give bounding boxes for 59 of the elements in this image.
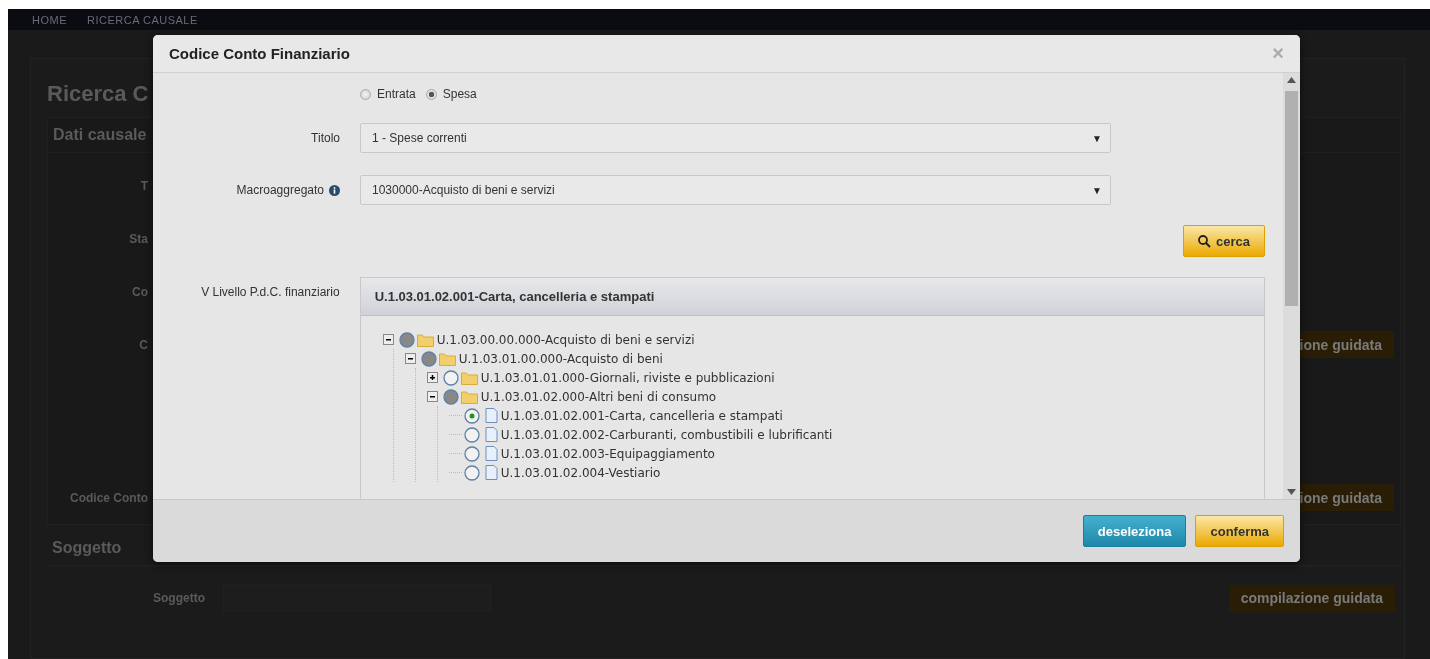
folder-icon xyxy=(460,370,478,385)
tree-selection-header: U.1.03.01.02.001-Carta, cancelleria e stampati xyxy=(360,278,1264,316)
radio-icon[interactable] xyxy=(360,88,371,100)
folder-icon xyxy=(416,332,434,347)
radio-option[interactable]: Entrata xyxy=(360,87,416,101)
tree-radio[interactable] xyxy=(442,369,459,386)
breadcrumb-link[interactable]: HOME xyxy=(32,13,67,26)
field-label: T xyxy=(139,178,148,193)
field-label: Sta xyxy=(128,231,148,246)
search-icon xyxy=(1198,234,1211,248)
folder-icon xyxy=(438,351,456,366)
expand-icon[interactable] xyxy=(426,372,438,383)
field-label: Macroaggregato xyxy=(236,183,324,197)
tree-radio[interactable] xyxy=(398,331,415,348)
page-title: Ricerca C xyxy=(47,81,149,107)
confirm-button[interactable]: conferma xyxy=(1195,515,1284,547)
field-label: Co xyxy=(131,284,148,299)
radio-icon[interactable] xyxy=(425,88,437,100)
guided-fill-button[interactable]: compilazione guidata xyxy=(1228,584,1395,612)
tree-item[interactable]: U.1.03.01.02.002-Carburanti, combustibili e lubrificanti xyxy=(500,427,833,442)
scroll-up-icon[interactable] xyxy=(1287,77,1296,83)
select-field[interactable]: 1 - Spese correnti ▼ xyxy=(360,123,1111,153)
tree-item[interactable]: U.1.03.00.00.000-Acquisto di beni e servizi xyxy=(436,332,695,347)
collapse-icon[interactable] xyxy=(382,334,394,345)
tree-radio[interactable] xyxy=(420,350,437,367)
document-icon xyxy=(484,465,498,480)
tree-item[interactable]: U.1.03.01.02.001-Carta, cancelleria e stampati xyxy=(500,408,783,423)
tree-radio[interactable] xyxy=(442,388,459,405)
info-icon[interactable] xyxy=(329,184,340,196)
document-icon xyxy=(484,427,498,442)
tree-item[interactable]: U.1.03.01.02.004-Vestiario xyxy=(500,465,661,480)
collapse-icon[interactable] xyxy=(426,391,438,402)
section-title: Dati causale xyxy=(53,126,147,143)
tree-radio[interactable] xyxy=(463,426,480,443)
field-label: Codice Conto xyxy=(69,490,148,505)
field-label: Titolo xyxy=(311,131,340,145)
search-button[interactable]: cerca xyxy=(1183,225,1265,257)
field-label: C xyxy=(138,337,148,352)
tree-radio[interactable] xyxy=(463,445,480,462)
select-field[interactable]: 1030000-Acquisto di beni e servizi ▼ xyxy=(360,175,1111,205)
tree-radio[interactable] xyxy=(463,464,480,481)
tree-item[interactable]: U.1.03.01.00.000-Acquisto di beni xyxy=(458,351,663,366)
breadcrumb-link[interactable]: RICERCA CAUSALE xyxy=(87,13,198,26)
radio-option[interactable]: Spesa xyxy=(425,87,477,101)
modal-title: Codice Conto Finanziario xyxy=(169,45,350,62)
tree-radio[interactable] xyxy=(463,407,480,424)
section-title: Soggetto xyxy=(52,539,122,556)
scroll-down-icon[interactable] xyxy=(1287,489,1296,495)
scrollbar-thumb[interactable] xyxy=(1285,91,1298,306)
document-icon xyxy=(484,408,498,423)
field-label: Soggetto xyxy=(152,591,205,605)
scrollbar[interactable] xyxy=(1283,73,1300,499)
folder-icon xyxy=(460,389,478,404)
tree-item[interactable]: U.1.03.01.02.000-Altri beni di consumo xyxy=(480,389,717,404)
tree-item[interactable]: U.1.03.01.02.003-Equipaggiamento xyxy=(500,446,715,461)
document-icon xyxy=(484,446,498,461)
tree-item[interactable]: U.1.03.01.01.000-Giornali, riviste e pubblicazioni xyxy=(480,370,775,385)
field-label: V Livello P.d.C. finanziario xyxy=(201,285,340,299)
collapse-icon[interactable] xyxy=(404,353,416,364)
